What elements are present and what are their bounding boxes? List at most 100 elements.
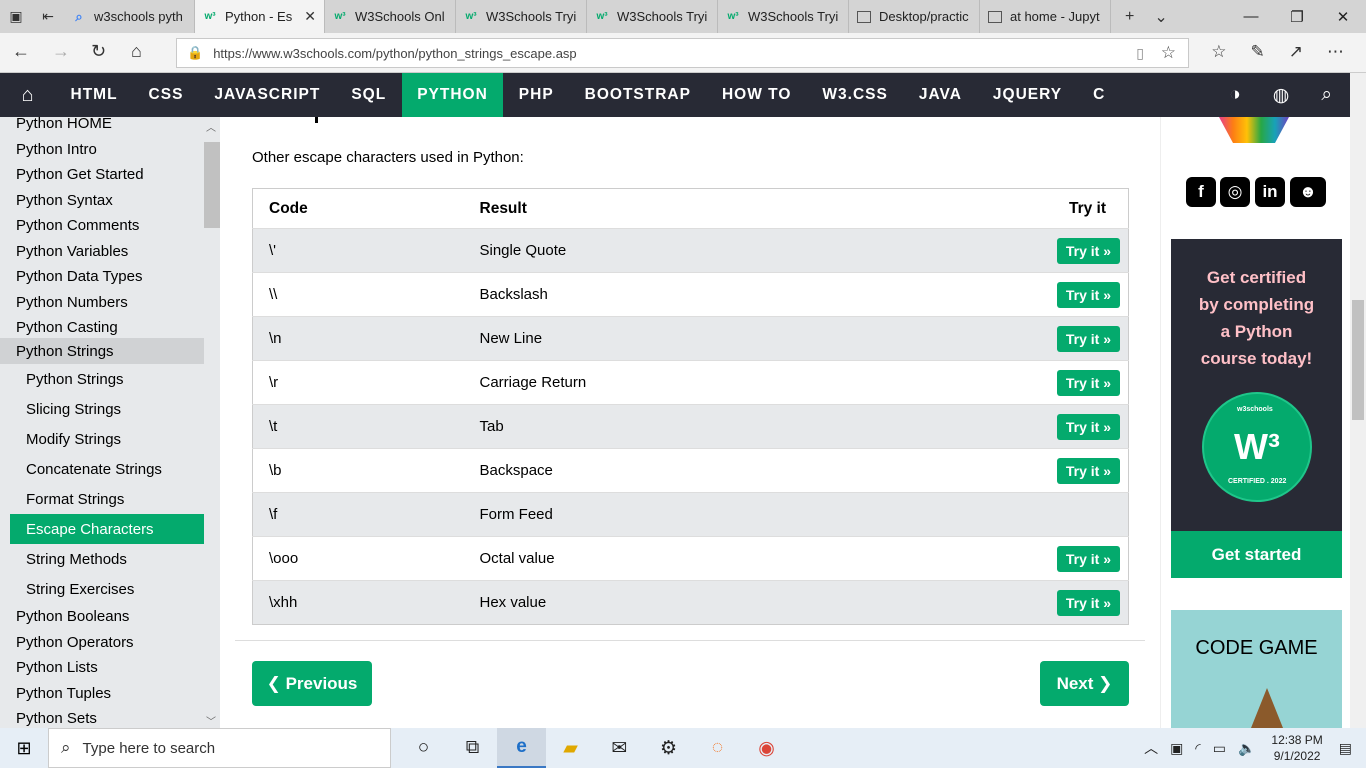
topnav-link-how-to[interactable]: HOW TO: [706, 73, 806, 117]
browser-tab[interactable]: w³ W3Schools Onl: [325, 0, 456, 33]
sidebar-subitem[interactable]: String Exercises: [10, 574, 204, 604]
topnav-link-php[interactable]: PHP: [503, 73, 569, 117]
sidebar-item[interactable]: Python Comments: [16, 217, 139, 234]
dark-mode-icon[interactable]: ◑: [1229, 84, 1240, 107]
sidebar-item[interactable]: Python Tuples: [16, 685, 111, 702]
url-input[interactable]: 🔒 https://www.w3schools.com/python/pytho…: [176, 38, 1189, 68]
linkedin-icon[interactable]: in: [1255, 177, 1285, 207]
topnav-link-html[interactable]: HTML: [55, 73, 133, 117]
topnav-link-c[interactable]: C: [1078, 73, 1121, 117]
instagram-icon[interactable]: ◎: [1220, 177, 1250, 207]
w3-home-icon[interactable]: ⌂: [0, 84, 55, 107]
scroll-down-icon[interactable]: ﹀: [206, 713, 216, 728]
task-view-icon[interactable]: ⧉: [448, 728, 497, 768]
sidebar-section-python-strings[interactable]: Python Strings: [0, 338, 204, 364]
next-button[interactable]: Next ❯: [1040, 661, 1129, 706]
share-icon[interactable]: ↗: [1289, 42, 1303, 62]
browser-tab[interactable]: Desktop/practic: [849, 0, 980, 33]
sidebar-item[interactable]: Python Casting: [16, 319, 118, 336]
sidebar-item[interactable]: Python Variables: [16, 243, 128, 260]
page-scroll-thumb[interactable]: [1352, 300, 1364, 420]
topnav-link-python[interactable]: PYTHON: [401, 73, 504, 117]
browser-tab[interactable]: at home - Jupyt: [980, 0, 1111, 33]
sidebar-subitem[interactable]: Modify Strings: [10, 424, 204, 454]
try-it-button[interactable]: Try it »: [1056, 457, 1120, 484]
sidebar-subitem[interactable]: Python Strings: [10, 364, 204, 394]
windows-start-icon[interactable]: ⊞: [0, 728, 48, 768]
code-game-ad[interactable]: CODE GAME: [1171, 610, 1342, 728]
try-it-button[interactable]: Try it »: [1056, 589, 1120, 616]
globe-icon[interactable]: ◍: [1273, 84, 1290, 107]
sidebar-item[interactable]: Python Data Types: [16, 268, 142, 285]
favorites-icon[interactable]: ☆: [1211, 42, 1226, 62]
search-icon[interactable]: ⌕: [1321, 84, 1332, 107]
try-it-button[interactable]: Try it »: [1056, 281, 1120, 308]
try-it-button[interactable]: Try it »: [1056, 237, 1120, 264]
try-it-button[interactable]: Try it »: [1056, 413, 1120, 440]
minimize-icon[interactable]: —: [1228, 0, 1274, 33]
get-started-button[interactable]: Get started: [1171, 531, 1342, 578]
sidebar-subitem[interactable]: Concatenate Strings: [10, 454, 204, 484]
wifi-icon[interactable]: ◜: [1195, 740, 1200, 757]
sidebar-item[interactable]: Python Sets: [16, 710, 97, 727]
close-tab-icon[interactable]: ✕: [304, 8, 316, 25]
restore-icon[interactable]: ❐: [1274, 0, 1320, 33]
sidebar-item[interactable]: Python Lists: [16, 659, 98, 676]
back-icon[interactable]: ←: [12, 41, 30, 62]
topnav-link-jquery[interactable]: JQUERY: [977, 73, 1077, 117]
tab-actions-icon[interactable]: ▣: [0, 0, 32, 33]
battery-icon[interactable]: ▭: [1213, 740, 1226, 757]
sidebar-subitem[interactable]: String Methods: [10, 544, 204, 574]
reading-view-icon[interactable]: ▯: [1136, 45, 1144, 62]
more-icon[interactable]: ⋯: [1327, 42, 1344, 62]
sidebar-item[interactable]: Python Operators: [16, 634, 134, 651]
tab-list-chevron-icon[interactable]: ⌄: [1154, 7, 1167, 27]
sidebar-item[interactable]: Python Booleans: [16, 608, 129, 625]
set-tabs-aside-icon[interactable]: ⇤: [32, 0, 64, 33]
browser-tab[interactable]: w³ W3Schools Tryi: [718, 0, 849, 33]
sidebar-scroll-thumb[interactable]: [204, 142, 220, 228]
browser-tab[interactable]: w³ W3Schools Tryi: [587, 0, 718, 33]
jupyter-icon[interactable]: ◌: [693, 728, 742, 768]
edge-icon[interactable]: e: [497, 728, 546, 768]
refresh-icon[interactable]: ↻: [91, 41, 106, 62]
topnav-link-css[interactable]: CSS: [133, 73, 199, 117]
chrome-icon[interactable]: ◉: [742, 728, 791, 768]
sidebar-item[interactable]: Python Get Started: [16, 166, 144, 183]
topnav-link-bootstrap[interactable]: BOOTSTRAP: [569, 73, 706, 117]
topnav-link-java[interactable]: JAVA: [903, 73, 977, 117]
sidebar-item[interactable]: Python Numbers: [16, 294, 128, 311]
scroll-up-icon[interactable]: ︿: [206, 119, 216, 134]
settings-icon[interactable]: ⚙: [644, 728, 693, 768]
home-icon[interactable]: ⌂: [131, 41, 142, 62]
try-it-button[interactable]: Try it »: [1056, 545, 1120, 572]
favorite-star-icon[interactable]: ☆: [1161, 43, 1176, 63]
mail-icon[interactable]: ✉: [595, 728, 644, 768]
discord-icon[interactable]: ☻: [1290, 177, 1326, 207]
sidebar-subitem[interactable]: Format Strings: [10, 484, 204, 514]
pen-icon[interactable]: ✎: [1251, 42, 1265, 62]
tray-chevron-icon[interactable]: ︿: [1144, 738, 1158, 758]
try-it-button[interactable]: Try it »: [1056, 369, 1120, 396]
close-window-icon[interactable]: ✕: [1320, 0, 1366, 33]
sidebar-item[interactable]: Python Intro: [16, 141, 97, 158]
browser-tab[interactable]: ⌕ w3schools pyth: [64, 0, 195, 33]
page-scrollbar[interactable]: [1350, 73, 1366, 728]
try-it-button[interactable]: Try it »: [1056, 325, 1120, 352]
browser-tab[interactable]: w³ W3Schools Tryi: [456, 0, 587, 33]
topnav-link-w3-css[interactable]: W3.CSS: [807, 73, 903, 117]
cortana-icon[interactable]: ○: [399, 728, 448, 768]
file-explorer-icon[interactable]: ▰: [546, 728, 595, 768]
sidebar-item[interactable]: Python Syntax: [16, 192, 113, 209]
browser-tab[interactable]: w³ Python - Es ✕: [195, 0, 325, 33]
new-tab-icon[interactable]: +: [1125, 8, 1134, 26]
volume-icon[interactable]: 🔈: [1238, 740, 1255, 757]
topnav-link-javascript[interactable]: JAVASCRIPT: [199, 73, 336, 117]
sidebar-subitem[interactable]: Escape Characters: [10, 514, 204, 544]
facebook-icon[interactable]: f: [1186, 177, 1216, 207]
notifications-icon[interactable]: ▤: [1339, 740, 1352, 757]
tray-app-icon[interactable]: ▣: [1170, 740, 1183, 757]
taskbar-search[interactable]: ⌕ Type here to search: [48, 728, 391, 768]
previous-button[interactable]: ❮ Previous: [252, 661, 372, 706]
sidebar-item[interactable]: Python HOME: [16, 117, 112, 132]
